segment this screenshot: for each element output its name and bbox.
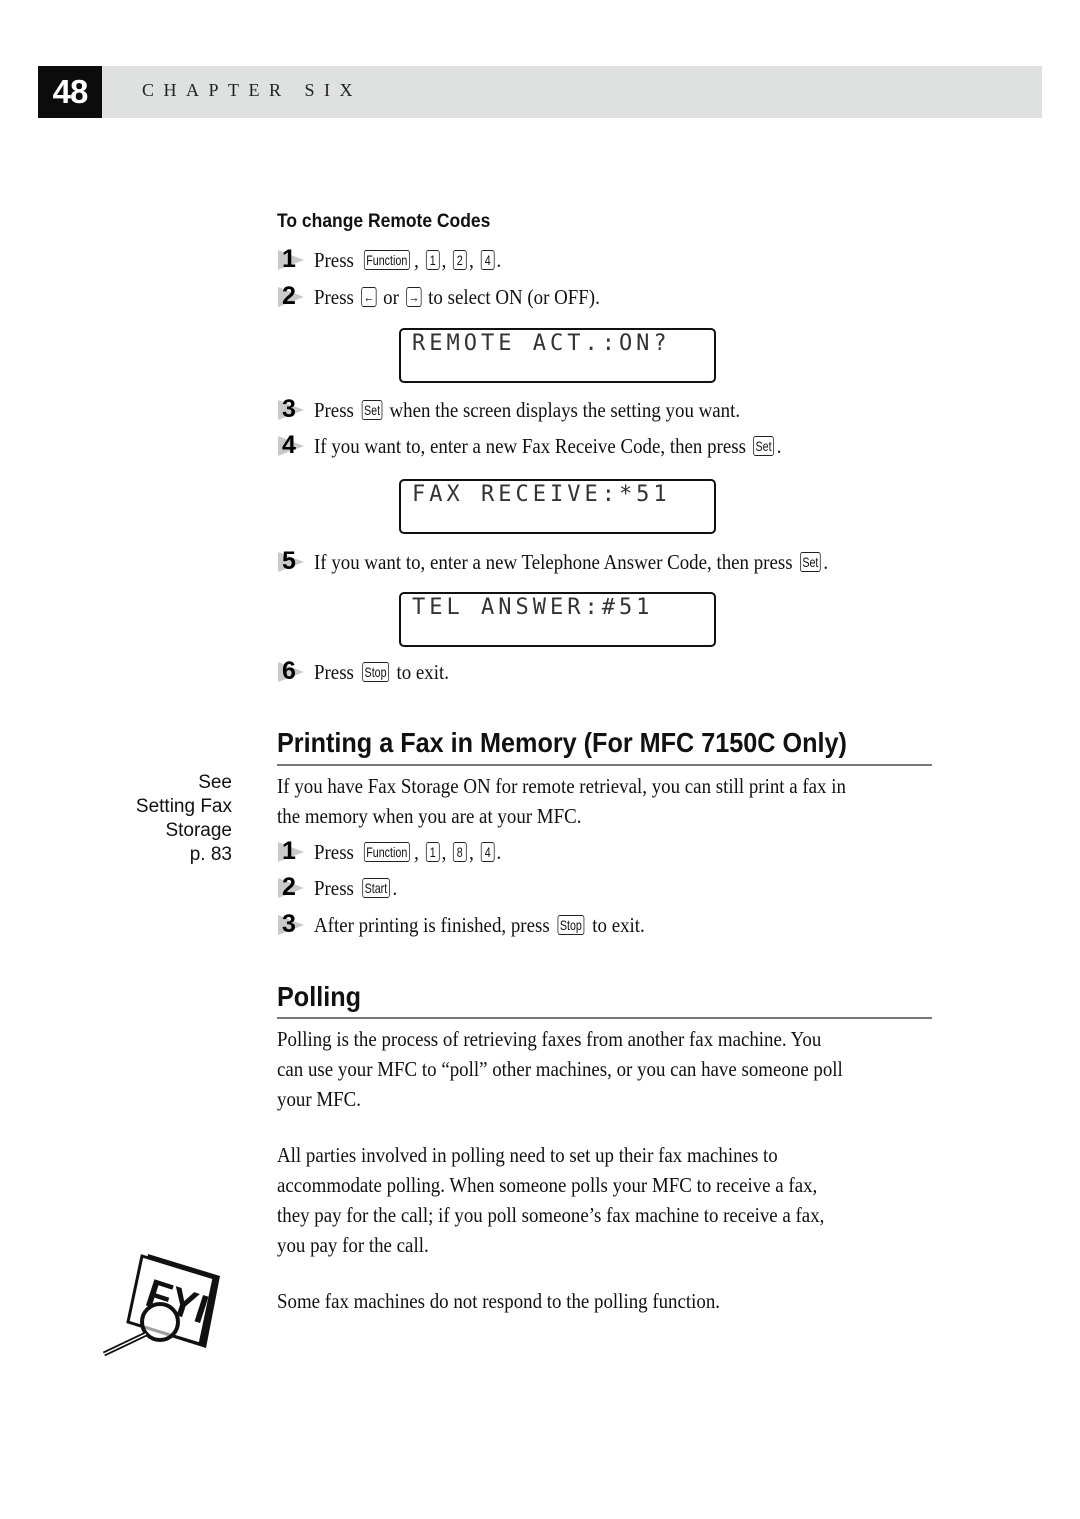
key-4: 4 [480, 842, 495, 862]
lcd-display-tel-answer: TEL ANSWER:#51 [399, 592, 716, 647]
heading-rule [277, 764, 932, 766]
lcd-display-fax-receive: FAX RECEIVE:*51 [399, 479, 716, 534]
right-arrow-key-icon: → [405, 287, 422, 307]
key-4: 4 [480, 250, 495, 270]
key-1: 1 [425, 250, 440, 270]
heading-polling: Polling [277, 981, 361, 1012]
subheading-remote-codes: To change Remote Codes [277, 211, 491, 232]
start-key: Start [361, 878, 390, 898]
function-key: Function [363, 250, 410, 270]
step-marker: 2 [278, 282, 310, 310]
fyi-magnifier-icon: FYI [98, 1250, 223, 1360]
lcd-display-remote-act: REMOTE ACT.:ON? [399, 328, 716, 383]
step-marker: 3 [278, 910, 310, 938]
step-marker: 1 [278, 837, 310, 865]
step-marker: 2 [278, 873, 310, 901]
step-marker: 1 [278, 245, 310, 273]
polling-paragraph-1: Polling is the process of retrieving fax… [277, 1027, 843, 1111]
polling-paragraph-2: All parties involved in polling need to … [277, 1143, 825, 1257]
set-key: Set [800, 552, 821, 572]
set-key: Set [753, 436, 775, 456]
heading-printing-fax: Printing a Fax in Memory (For MFC 7150C … [277, 727, 847, 758]
key-1: 1 [425, 842, 440, 862]
step-marker: 4 [278, 431, 310, 459]
page-number: 48 [38, 66, 102, 118]
function-key: Function [363, 842, 410, 862]
step-marker: 3 [278, 395, 310, 423]
stop-key: Stop [361, 662, 389, 682]
step-marker: 5 [278, 547, 310, 575]
margin-note-see-setting-fax-storage: See Setting Fax Storage p. 83 [135, 772, 232, 865]
key-8: 8 [453, 842, 467, 862]
left-arrow-key-icon: ← [360, 287, 377, 307]
fyi-note: Some fax machines do not respond to the … [277, 1289, 721, 1313]
printing-intro: If you have Fax Storage ON for remote re… [277, 774, 846, 828]
step-marker: 6 [278, 657, 310, 685]
set-key: Set [361, 400, 383, 420]
stop-key: Stop [557, 915, 585, 935]
chapter-title: CHAPTER SIX [142, 80, 363, 100]
key-2: 2 [453, 250, 467, 270]
heading-rule [277, 1017, 932, 1019]
